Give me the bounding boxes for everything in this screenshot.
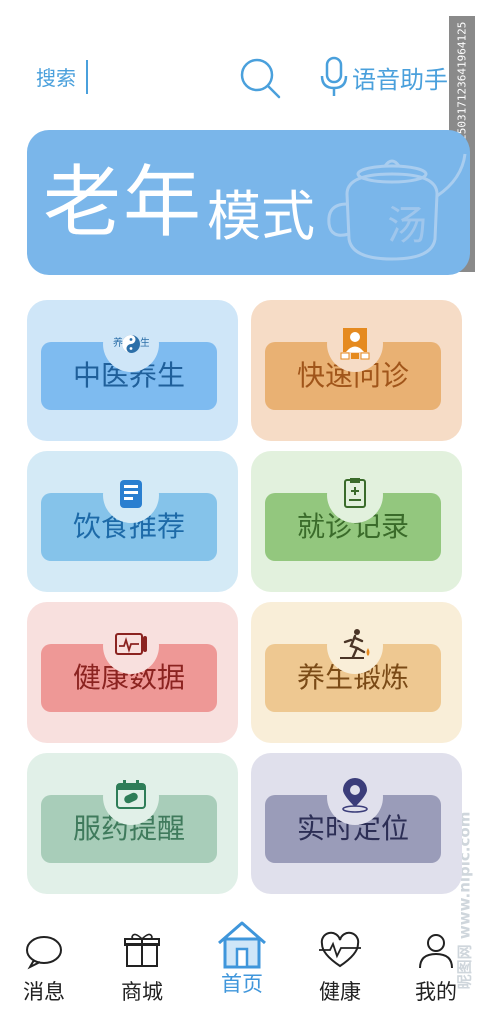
- tile-wellness-exercise[interactable]: 养生锻炼: [251, 602, 462, 743]
- user-icon: [419, 934, 453, 969]
- diet-list-icon: [103, 467, 159, 523]
- tile-diet-recommend[interactable]: 饮食推荐: [27, 451, 238, 592]
- home-icon: [218, 921, 266, 969]
- banner-title-main: 老年: [43, 158, 204, 248]
- medical-record-icon: [327, 467, 383, 523]
- text-caret: [86, 60, 88, 94]
- gift-box-icon: [124, 933, 160, 967]
- taiji-icon: 养 生: [103, 316, 159, 372]
- heart-pulse-icon: [319, 931, 361, 968]
- nav-mall[interactable]: 商城: [110, 930, 174, 1004]
- nav-label: 消息: [23, 980, 65, 1004]
- elder-mode-banner[interactable]: 汤 老年 模式: [27, 130, 470, 275]
- tile-realtime-location[interactable]: 实时定位: [251, 753, 462, 894]
- nav-label: 首页: [221, 972, 263, 996]
- nav-home[interactable]: 首页: [210, 918, 274, 996]
- teapot-decoration-icon: 汤: [327, 153, 467, 261]
- nav-messages[interactable]: 消息: [12, 930, 76, 1004]
- tile-visit-records[interactable]: 就诊记录: [251, 451, 462, 592]
- microphone-icon[interactable]: [318, 56, 350, 98]
- nav-health[interactable]: 健康: [308, 930, 372, 1004]
- medicine-calendar-icon: [103, 769, 159, 825]
- nav-label: 商城: [121, 980, 163, 1004]
- nav-label: 健康: [319, 980, 361, 1004]
- search-icon[interactable]: [238, 56, 282, 100]
- health-monitor-icon: [103, 618, 159, 674]
- badge-text-right: 生: [140, 336, 149, 349]
- tile-medication-reminder[interactable]: 服药提醒: [27, 753, 238, 894]
- badge-text-left: 养: [113, 336, 123, 349]
- message-icon: [26, 936, 62, 970]
- tile-health-data[interactable]: 健康数据: [27, 602, 238, 743]
- doctor-icon: [327, 316, 383, 372]
- banner-title-sub: 模式: [207, 185, 315, 248]
- tile-quick-consult[interactable]: 快速问诊: [251, 300, 462, 441]
- nav-profile[interactable]: 我的: [404, 930, 468, 1004]
- voice-assistant-button[interactable]: 语音助手: [352, 60, 448, 95]
- location-pin-icon: [327, 769, 383, 825]
- nav-label: 我的: [415, 980, 457, 1004]
- search-input[interactable]: 搜索: [36, 62, 76, 91]
- tile-tcm-wellness[interactable]: 中医养生 养 生: [27, 300, 238, 441]
- running-icon: [327, 618, 383, 674]
- deco-text: 汤: [387, 203, 427, 249]
